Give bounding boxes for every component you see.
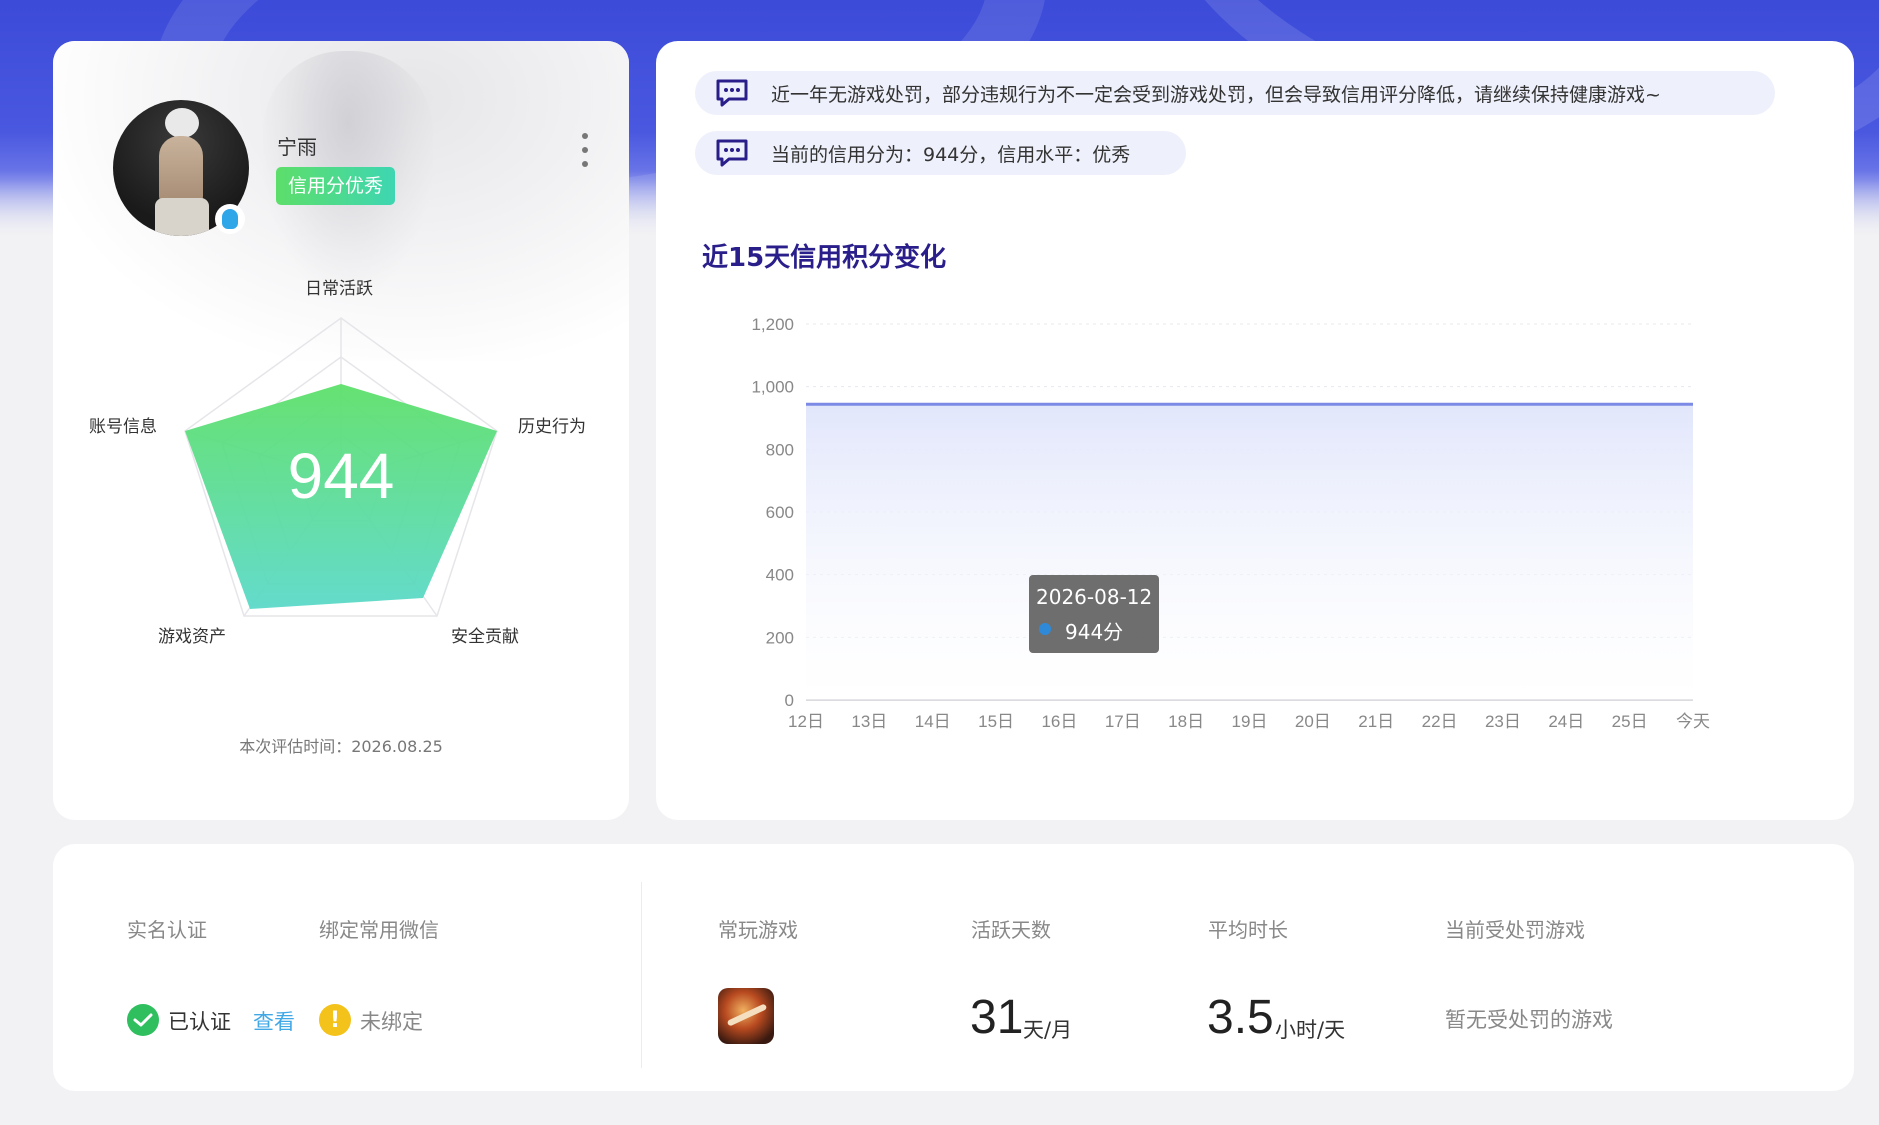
y-tick-label: 800 — [766, 440, 794, 459]
tooltip-series-dot — [1039, 623, 1051, 635]
chart-tooltip: 2026-08-12 944分 — [1029, 575, 1159, 653]
profile-card: 宁雨 信用分优秀 944 日常活跃 历史行为 安全贡献 游戏资产 账号信息 本次… — [53, 41, 629, 820]
realname-status: 已认证 — [168, 1010, 231, 1034]
y-tick-label: 400 — [766, 566, 794, 585]
account-stats-card: 实名认证 绑定常用微信 已认证 查看 ! 未绑定 常玩游戏 活跃天数 31 天/… — [53, 844, 1854, 1091]
credit-trend-chart: 0 200 400 600 800 1,000 1,200 12日 13日 14日 15日 16日 17… — [751, 315, 1710, 731]
punished-games-value: 暂无受处罚的游戏 — [1445, 1008, 1613, 1032]
radar-label-history: 历史行为 — [518, 417, 586, 437]
divider — [641, 882, 642, 1068]
y-tick-label: 1,200 — [751, 315, 794, 334]
x-tick-label: 17日 — [1105, 712, 1141, 731]
avg-time-value: 3.5 — [1207, 991, 1274, 1044]
frequent-games-label: 常玩游戏 — [718, 918, 798, 942]
realname-label: 实名认证 — [127, 918, 207, 942]
y-tick-label: 0 — [785, 691, 794, 710]
avg-time-unit: 小时/天 — [1275, 1018, 1346, 1042]
x-tick-label: 16日 — [1041, 712, 1077, 731]
x-tick-label: 22日 — [1422, 712, 1458, 731]
check-icon — [127, 1004, 159, 1036]
game-icon[interactable] — [718, 988, 774, 1044]
x-tick-label: 25日 — [1612, 712, 1648, 731]
x-tick-label: 18日 — [1168, 712, 1204, 731]
x-tick-label: 19日 — [1232, 712, 1268, 731]
radar-label-account-info: 账号信息 — [89, 417, 157, 437]
credit-trend-card: 近一年无游戏处罚，部分违规行为不一定会受到游戏处罚，但会导致信用评分降低，请继续… — [656, 41, 1854, 820]
credit-score: 944 — [288, 440, 395, 512]
x-tick-label: 24日 — [1548, 712, 1584, 731]
series-area — [806, 404, 1693, 700]
radar-label-security: 安全贡献 — [451, 627, 519, 647]
radar-label-daily-activity: 日常活跃 — [305, 279, 373, 299]
wechat-label: 绑定常用微信 — [319, 918, 439, 942]
active-days-value: 31 — [970, 991, 1024, 1044]
y-tick-label: 600 — [766, 503, 794, 522]
tooltip-value: 944分 — [1065, 620, 1124, 644]
avg-time-label: 平均时长 — [1208, 918, 1288, 942]
y-tick-label: 1,000 — [751, 378, 794, 397]
wechat-status[interactable]: 未绑定 — [360, 1006, 423, 1036]
active-days-label: 活跃天数 — [971, 918, 1051, 942]
x-tick-label: 23日 — [1485, 712, 1521, 731]
x-tick-label: 13日 — [851, 712, 887, 731]
x-tick-label: 12日 — [788, 712, 824, 731]
x-tick-label: 14日 — [915, 712, 951, 731]
x-tick-label: 15日 — [978, 712, 1014, 731]
view-realname-link[interactable]: 查看 — [253, 1006, 295, 1036]
active-days-unit: 天/月 — [1023, 1018, 1073, 1042]
tooltip-date: 2026-08-12 — [1036, 585, 1153, 609]
warning-icon: ! — [319, 1004, 351, 1036]
x-tick-label: 20日 — [1295, 712, 1331, 731]
x-tick-label: 21日 — [1358, 712, 1394, 731]
y-tick-label: 200 — [766, 628, 794, 647]
evaluation-time: 本次评估时间：2026.08.25 — [239, 737, 443, 756]
punished-games-label: 当前受处罚游戏 — [1445, 918, 1585, 942]
radar-label-game-assets: 游戏资产 — [158, 627, 226, 647]
x-tick-label: 今天 — [1676, 712, 1710, 731]
